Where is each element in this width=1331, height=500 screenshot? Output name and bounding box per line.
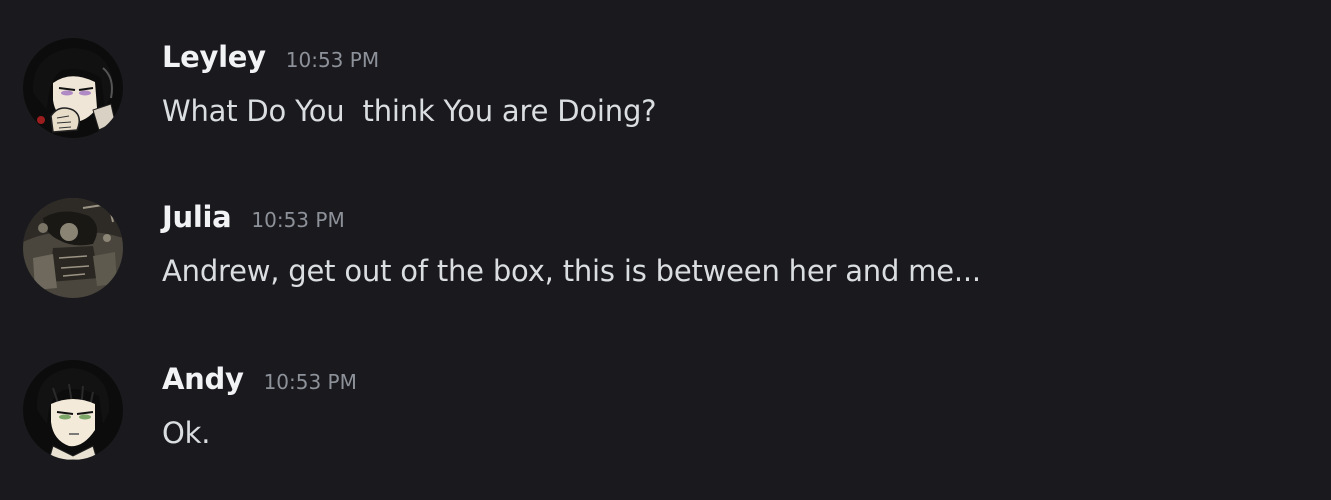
message-content: Ok. <box>162 416 211 450</box>
username[interactable]: Andy <box>162 362 244 396</box>
message-item: Julia 10:53 PM Andrew, get out of the bo… <box>0 198 1331 318</box>
leyley-avatar[interactable] <box>23 38 123 138</box>
julia-avatar[interactable] <box>23 198 123 298</box>
message-item: Andy 10:53 PM Ok. <box>0 360 1331 480</box>
message-header: Andy 10:53 PM <box>162 362 357 404</box>
message-item: Leyley 10:53 PM What Do You think You ar… <box>0 38 1331 158</box>
message-content: Andrew, get out of the box, this is betw… <box>162 254 981 288</box>
timestamp: 10:53 PM <box>263 370 357 394</box>
timestamp: 10:53 PM <box>285 48 380 72</box>
chat-messages: Leyley 10:53 PM What Do You think You ar… <box>0 0 1331 500</box>
username[interactable]: Julia <box>162 200 232 234</box>
message-content: What Do You think You are Doing? <box>162 94 657 128</box>
message-header: Julia 10:53 PM <box>162 200 345 242</box>
andy-avatar[interactable] <box>23 360 123 460</box>
message-header: Leyley 10:53 PM <box>162 40 379 82</box>
username[interactable]: Leyley <box>162 40 266 74</box>
timestamp: 10:53 PM <box>251 208 345 232</box>
